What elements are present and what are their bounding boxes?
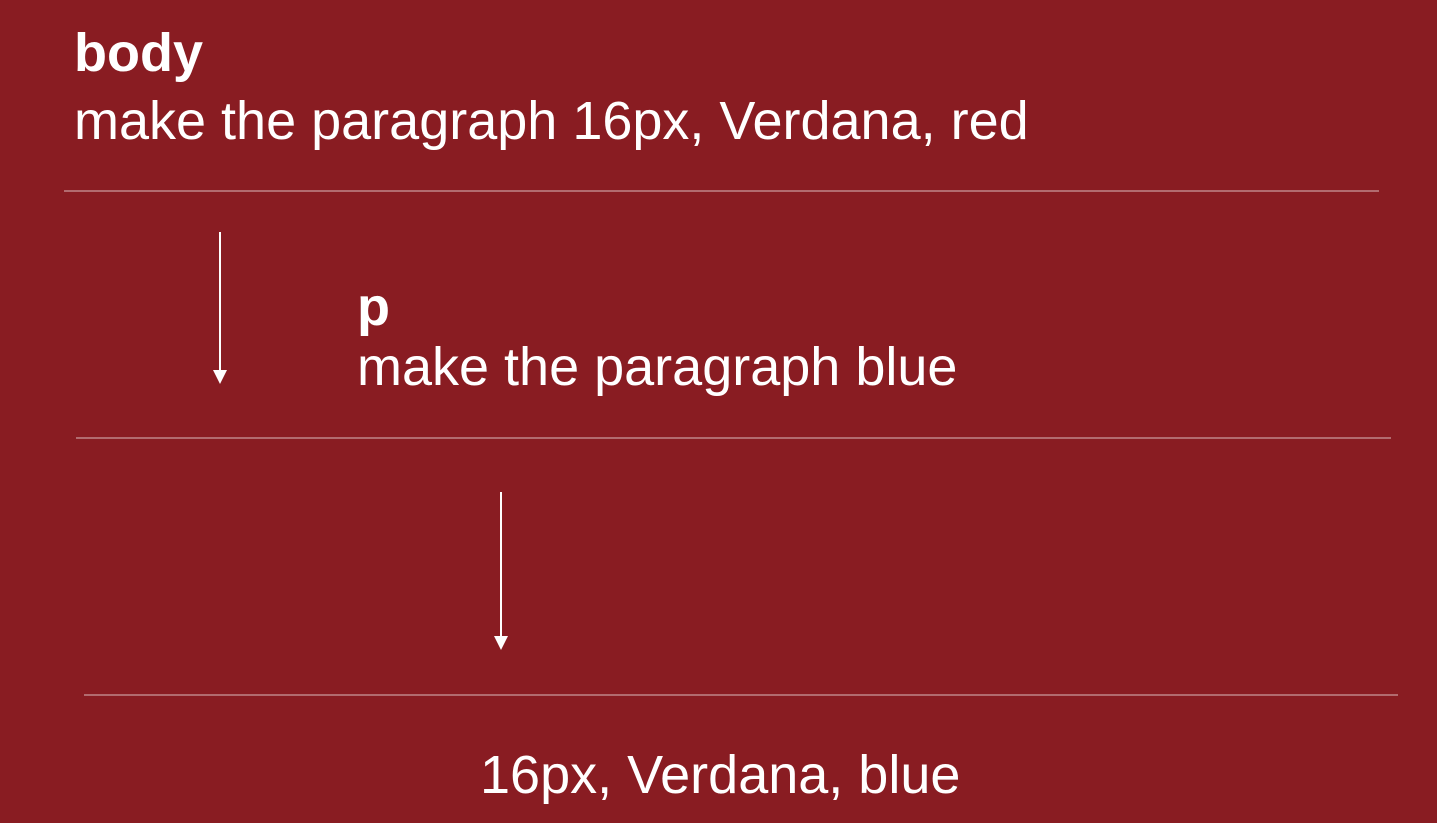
cascade-slide: body make the paragraph 16px, Verdana, r… <box>0 0 1437 823</box>
body-rule-text: make the paragraph 16px, Verdana, red <box>74 91 1029 151</box>
down-arrow-icon <box>491 492 511 650</box>
p-selector-label: p <box>357 277 390 337</box>
body-selector-label: body <box>74 23 203 83</box>
divider-2 <box>76 437 1391 439</box>
divider-1 <box>64 190 1379 192</box>
p-rule-text: make the paragraph blue <box>357 337 958 397</box>
divider-3 <box>84 694 1398 696</box>
down-arrow-icon <box>210 232 230 384</box>
computed-result-text: 16px, Verdana, blue <box>480 745 961 805</box>
